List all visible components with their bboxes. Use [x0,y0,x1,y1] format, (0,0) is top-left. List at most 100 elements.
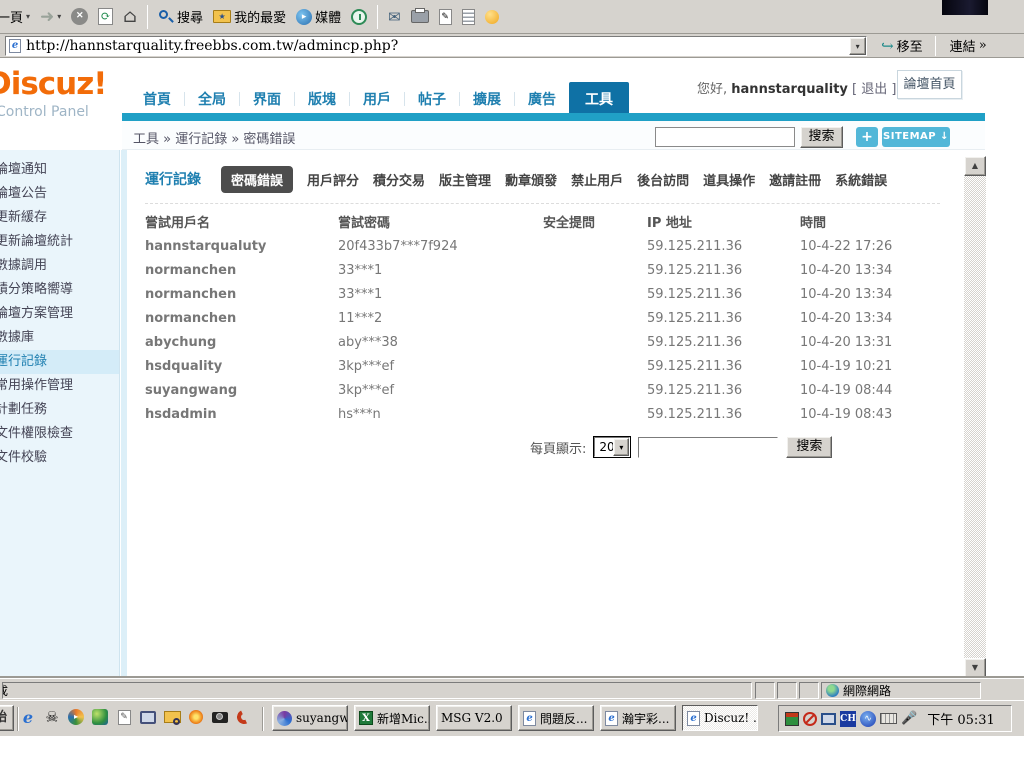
edit-icon: ✎ [439,9,452,25]
task-msg[interactable]: MSG V2.0 [436,705,512,731]
map-app-icon[interactable] [90,707,110,727]
sidebar-item-forum-notice[interactable]: 論壇通知 [0,158,119,182]
task-feedback[interactable]: e問題反... [518,705,594,731]
messenger-button[interactable] [480,8,504,26]
keyboard-tray-icon[interactable] [880,713,897,724]
tab-medal-award[interactable]: 勳章頒發 [505,170,557,189]
sidebar-item-forum-announcement[interactable]: 論壇公告 [0,182,119,206]
header-search-input[interactable] [655,127,795,147]
sidebar-item-common-ops[interactable]: 常用操作管理 [0,374,119,398]
cell-ip: 59.125.211.36 [647,402,800,426]
url-text[interactable]: http://hannstarquality.freebbs.com.tw/ad… [26,38,398,54]
media-player-icon[interactable]: ▸ [66,707,86,727]
table-row: suyangwang3kp***ef59.125.211.3610-4-19 0… [145,378,950,402]
task-suyangwang[interactable]: suyangw... [272,705,348,731]
media-button[interactable]: ▸媒體 [291,5,346,28]
per-page-value: 20 [599,440,614,454]
sidebar-item-credit-wizard[interactable]: 積分策略嚮導 [0,278,119,302]
tab-credit-transactions[interactable]: 積分交易 [373,170,425,189]
home-button[interactable]: ⌂ [118,6,142,28]
ie-quicklaunch-icon[interactable]: e [18,707,38,727]
nav-posts[interactable]: 帖子 [405,84,459,114]
edit-button[interactable]: ✎ [434,7,457,27]
favorites-button[interactable]: ★我的最愛 [208,5,291,28]
task-hannstar[interactable]: e瀚宇彩... [600,705,676,731]
sitemap-button[interactable]: SITEMAP ↓ [882,127,950,147]
frame-scrollbar[interactable]: ▲ ▼ [964,156,986,678]
select-dropdown-icon[interactable]: ▾ [613,438,629,456]
sidebar-item-update-cache[interactable]: 更新緩存 [0,206,119,230]
forward-dropdown-icon[interactable]: ▾ [57,12,61,21]
forum-home-button[interactable]: 論壇首頁 [897,70,962,99]
sidebar-item-data-call[interactable]: 數據調用 [0,254,119,278]
language-indicator-icon[interactable]: CH [840,711,856,727]
address-input[interactable]: e http://hannstarquality.freebbs.com.tw/… [5,36,867,56]
cell-time: 10-4-19 08:43 [800,402,950,426]
print-icon [411,10,429,23]
sidebar-item-cron[interactable]: 計劃任務 [0,398,119,422]
task-discuz-active[interactable]: eDiscuz! ... [682,705,758,731]
print-button[interactable] [406,8,434,25]
tab-banned-users[interactable]: 禁止用戶 [571,170,623,189]
network-tray-icon[interactable] [821,713,836,725]
stop-button[interactable]: ✕ [66,6,93,27]
nav-ads[interactable]: 廣告 [515,84,569,114]
fire-app-icon[interactable] [186,707,206,727]
history-button[interactable] [346,7,372,27]
scrollbar-track[interactable] [964,176,986,658]
address-dropdown-button[interactable]: ▾ [849,37,866,55]
nav-global[interactable]: 全局 [185,84,239,114]
tab-system-errors[interactable]: 系統錯誤 [835,170,887,189]
tab-password-errors[interactable]: 密碼錯誤 [221,166,293,193]
camera-app-icon[interactable] [210,707,230,727]
back-button[interactable]: 一頁▾ [0,5,35,28]
section-title[interactable]: 運行記錄 [145,169,201,189]
tab-moderator-manage[interactable]: 版主管理 [439,170,491,189]
nav-extensions[interactable]: 擴展 [460,84,514,114]
discuss-button[interactable] [457,7,480,27]
scroll-up-button[interactable]: ▲ [964,156,986,176]
mute-tray-icon[interactable] [803,712,817,726]
tab-magic-ops[interactable]: 道具操作 [703,170,755,189]
logout-link[interactable]: [ 退出 ] [852,82,896,97]
sidebar-item-update-stats[interactable]: 更新論壇統計 [0,230,119,254]
device-tray-icon[interactable] [785,712,799,726]
go-button[interactable]: ↪移至 [873,35,931,56]
tab-user-ratings[interactable]: 用戶評分 [307,170,359,189]
swirl-tray-icon[interactable]: ∿ [860,711,876,727]
skull-icon[interactable]: ☠ [42,707,62,727]
forward-button[interactable]: ➜▾ [35,5,66,29]
tab-admin-visits[interactable]: 後台訪問 [637,170,689,189]
plus-button[interactable]: + [856,127,878,147]
back-dropdown-icon[interactable]: ▾ [26,12,30,21]
sidebar-item-file-verify[interactable]: 文件校驗 [0,446,119,470]
nav-users[interactable]: 用戶 [350,84,404,114]
nav-home[interactable]: 首頁 [130,84,184,114]
mail-button[interactable]: ✉ [383,7,406,27]
microphone-tray-icon[interactable]: 🎤 [901,711,917,726]
nav-interface[interactable]: 界面 [240,84,294,114]
system-tray: CH ∿ 🎤 下午 05:31 [778,705,1012,732]
search-button[interactable]: 搜尋 [153,5,208,28]
sidebar-item-run-log[interactable]: 運行記錄 [0,350,119,374]
sidebar-item-database[interactable]: 數據庫 [0,326,119,350]
desktop-icon[interactable] [138,707,158,727]
table-search-input[interactable] [638,437,778,458]
scroll-down-button[interactable]: ▼ [964,658,986,678]
breadcrumb[interactable]: 工具 » 運行記錄 » 密碼錯誤 [133,128,295,147]
nav-tools[interactable]: 工具 [569,82,629,116]
table-search-button[interactable]: 搜索 [786,436,832,458]
sidebar-item-file-perm-check[interactable]: 文件權限檢查 [0,422,119,446]
editor-icon[interactable]: ✎ [114,707,134,727]
sidebar-item-scheme-manage[interactable]: 論壇方案管理 [0,302,119,326]
tab-invite-register[interactable]: 邀請註冊 [769,170,821,189]
task-excel[interactable]: X新增Mic... [354,705,430,731]
nav-forums[interactable]: 版塊 [295,84,349,114]
links-button[interactable]: 連結» [942,35,995,56]
header-search-button[interactable]: 搜索 [800,126,843,148]
refresh-button[interactable]: ⟳ [93,6,118,27]
foxmail-icon[interactable] [234,707,254,727]
search-folder-icon[interactable] [162,707,182,727]
start-button[interactable]: 開始 [0,705,14,731]
per-page-select[interactable]: 20▾ [594,437,630,457]
